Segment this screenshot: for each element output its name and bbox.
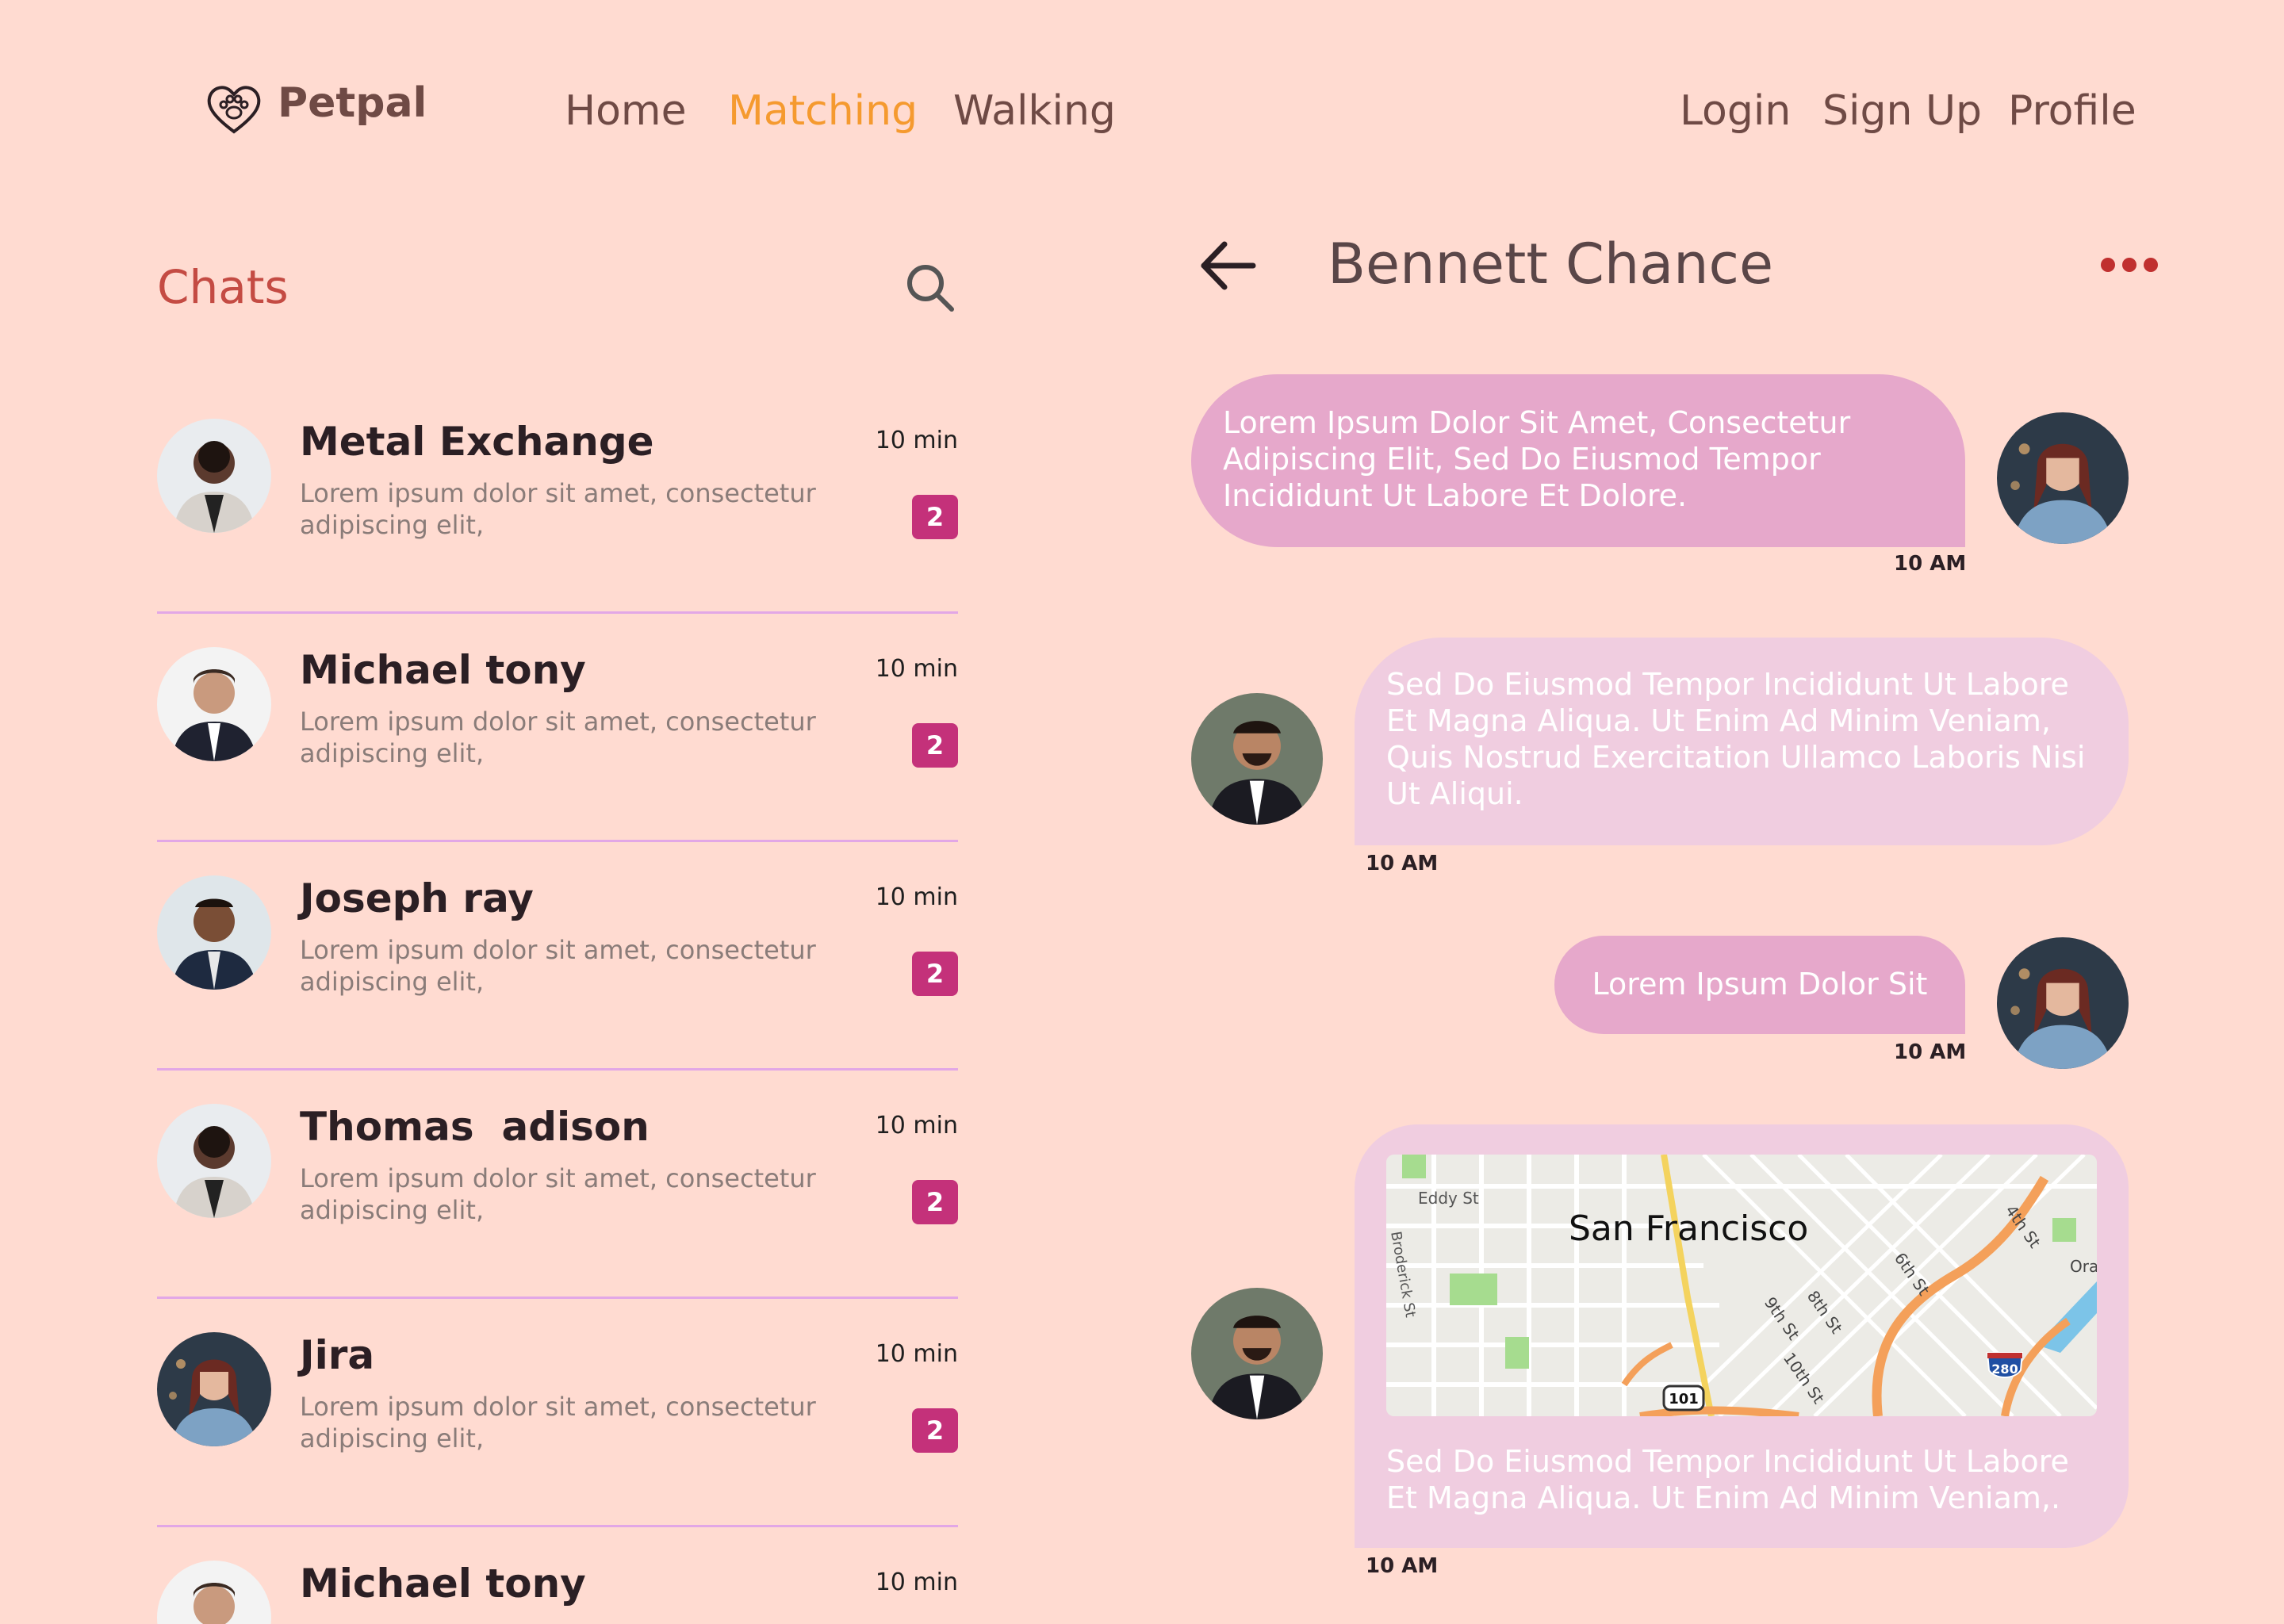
avatar <box>157 1332 271 1446</box>
login-link[interactable]: Login <box>1680 87 1791 135</box>
unread-badge: 2 <box>912 1180 958 1224</box>
signup-link[interactable]: Sign Up <box>1822 87 1982 135</box>
avatar <box>157 1104 271 1218</box>
message-bubble-outgoing: Lorem Ipsum Dolor Sit <box>1554 936 1965 1034</box>
chat-time: 10 min <box>875 1568 958 1596</box>
divider <box>157 1297 958 1299</box>
chat-time: 10 min <box>875 1340 958 1368</box>
chat-preview: Lorem ipsum dolor sit amet, consectetur … <box>300 1163 816 1225</box>
message-time: 10 AM <box>1894 552 1967 576</box>
chat-list-item[interactable]: Michael tony 10 min <box>157 1529 958 1624</box>
nav-link-walking[interactable]: Walking <box>953 87 1116 135</box>
chat-preview: Lorem ipsum dolor sit amet, consectetur … <box>300 478 816 540</box>
message-bubble-incoming: Eddy St Broderick St San Francisco 6th S… <box>1355 1124 2129 1548</box>
unread-badge: 2 <box>912 723 958 768</box>
message-bubble-incoming: Sed Do Eiusmod Tempor Incididunt Ut Labo… <box>1355 638 2129 845</box>
avatar <box>1997 937 2129 1069</box>
message-time: 10 AM <box>1894 1040 1967 1064</box>
map-city-label: San Francisco <box>1569 1208 1808 1249</box>
divider <box>157 611 958 614</box>
divider <box>157 1068 958 1071</box>
chat-preview: Lorem ipsum dolor sit amet, consectetur … <box>300 935 816 997</box>
unread-badge: 2 <box>912 952 958 996</box>
message-time: 10 AM <box>1366 1554 1439 1578</box>
avatar <box>157 875 271 990</box>
route-shield-280: 280 <box>1991 1362 2018 1377</box>
unread-badge: 2 <box>912 1408 958 1453</box>
chat-preview: Lorem ipsum dolor sit amet, consectetur … <box>300 1392 816 1454</box>
avatar <box>1191 693 1323 825</box>
nav-link-home[interactable]: Home <box>565 87 687 135</box>
more-options-icon[interactable] <box>2098 255 2160 274</box>
chat-name: Michael tony <box>300 1561 586 1607</box>
map-street-label: Eddy St <box>1418 1189 1479 1208</box>
avatar <box>1191 1288 1323 1419</box>
chat-name: Joseph ray <box>300 875 534 921</box>
map-street-label: Ora <box>2070 1257 2097 1276</box>
chat-name: Michael tony <box>300 647 586 693</box>
message-text: Sed Do Eiusmod Tempor Incididunt Ut Labo… <box>1386 1444 2069 1515</box>
back-arrow-icon[interactable] <box>1196 238 1259 293</box>
chat-time: 10 min <box>875 883 958 911</box>
chat-list-item[interactable]: Michael tony 10 min Lorem ipsum dolor si… <box>157 615 958 842</box>
chat-list-item[interactable]: Metal Exchange 10 min Lorem ipsum dolor … <box>157 387 958 614</box>
avatar <box>157 419 271 533</box>
chat-time: 10 min <box>875 1112 958 1139</box>
chat-name: Metal Exchange <box>300 419 654 465</box>
profile-link[interactable]: Profile <box>2008 87 2136 135</box>
avatar <box>157 1561 271 1624</box>
chat-time: 10 min <box>875 427 958 454</box>
avatar <box>157 647 271 761</box>
chat-name: Thomas adison <box>300 1104 650 1150</box>
divider <box>157 1525 958 1527</box>
nav-link-matching[interactable]: Matching <box>728 87 918 135</box>
chat-list-item[interactable]: Jira 10 min Lorem ipsum dolor sit amet, … <box>157 1300 958 1527</box>
chat-list-item[interactable]: Thomas adison 10 min Lorem ipsum dolor s… <box>157 1072 958 1299</box>
chats-title: Chats <box>157 260 289 314</box>
chat-name: Jira <box>300 1332 375 1378</box>
chat-time: 10 min <box>875 655 958 683</box>
search-icon[interactable] <box>904 262 956 314</box>
message-time: 10 AM <box>1366 852 1439 875</box>
route-shield-101: 101 <box>1669 1391 1699 1408</box>
message-bubble-outgoing: Lorem Ipsum Dolor Sit Amet, Consectetur … <box>1191 374 1965 547</box>
divider <box>157 840 958 842</box>
avatar <box>1997 412 2129 544</box>
chat-preview: Lorem ipsum dolor sit amet, consectetur … <box>300 707 816 768</box>
conversation-title: Bennett Chance <box>1328 232 1774 297</box>
brand-name[interactable]: Petpal <box>278 79 427 127</box>
heart-paw-logo-icon[interactable] <box>205 82 263 136</box>
map-preview[interactable]: Eddy St Broderick St San Francisco 6th S… <box>1386 1155 2097 1416</box>
unread-badge: 2 <box>912 495 958 539</box>
chat-list-item[interactable]: Joseph ray 10 min Lorem ipsum dolor sit … <box>157 844 958 1071</box>
